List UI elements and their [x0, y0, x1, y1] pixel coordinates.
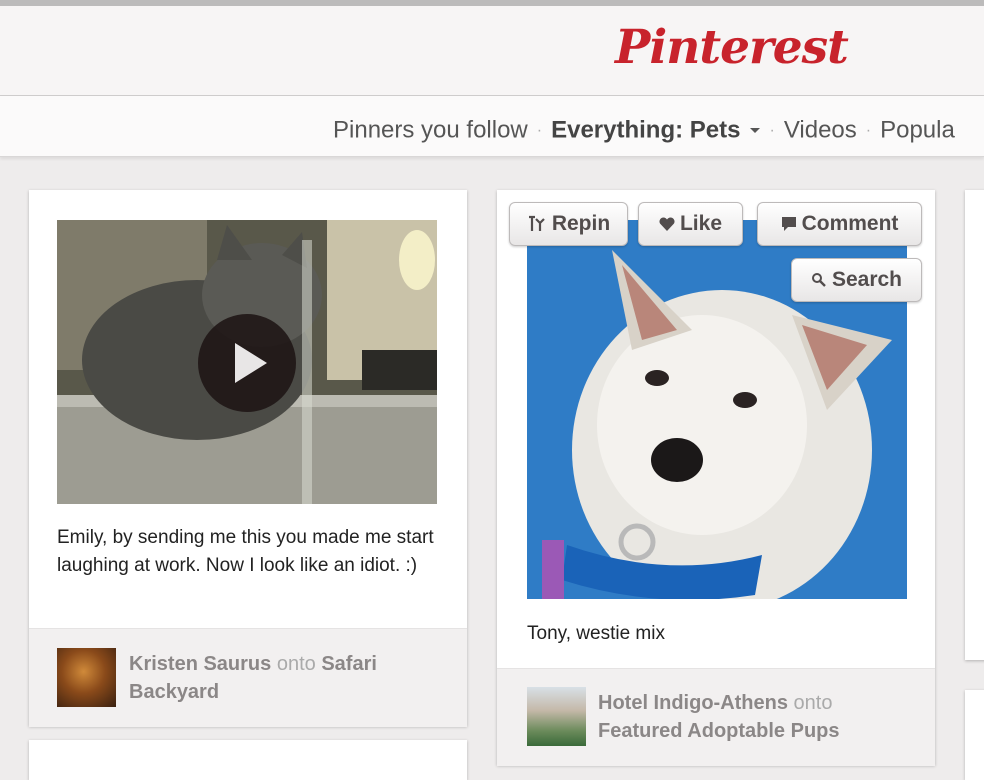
- nav-item-videos[interactable]: Videos: [784, 117, 857, 144]
- pin-card-partial: [965, 690, 984, 780]
- pin-caption: Emily, by sending me this you made me st…: [57, 527, 434, 576]
- search-icon: [811, 272, 827, 288]
- like-label: Like: [679, 212, 723, 235]
- play-button[interactable]: [198, 314, 296, 412]
- repin-button[interactable]: Repin: [509, 202, 628, 246]
- heart-icon: [659, 216, 675, 232]
- board-name-link[interactable]: Featured Adoptable Pups: [598, 720, 840, 742]
- pinterest-logo[interactable]: Pinterest: [615, 20, 849, 75]
- pin-card: Repin Like Comment Search Tony, westie m…: [497, 190, 935, 766]
- pin-attribution: Kristen Saurus onto Safari Backyard: [29, 628, 467, 727]
- nav-separator: ·: [865, 121, 872, 139]
- nav-separator: ·: [536, 121, 543, 139]
- onto-label: onto: [793, 692, 833, 714]
- onto-label: onto: [276, 653, 316, 675]
- pin-card-partial: [965, 190, 984, 660]
- nav-item-popular[interactable]: Popula: [880, 117, 955, 144]
- search-label: Search: [831, 268, 903, 291]
- pin-video-thumbnail[interactable]: [57, 220, 437, 504]
- nav-item-everything-pets[interactable]: Everything: Pets: [551, 116, 761, 144]
- pinner-name-link[interactable]: Hotel Indigo-Athens: [598, 692, 788, 714]
- pin-attribution: Hotel Indigo-Athens onto Featured Adopta…: [497, 668, 935, 766]
- comment-button[interactable]: Comment: [757, 202, 922, 246]
- pin-card-partial: [29, 740, 467, 780]
- attribution-text: Hotel Indigo-Athens onto Featured Adopta…: [598, 689, 918, 745]
- avatar[interactable]: [57, 648, 116, 707]
- search-button[interactable]: Search: [791, 258, 922, 302]
- avatar[interactable]: [527, 687, 586, 746]
- comment-icon: [781, 216, 797, 232]
- category-nav: Pinners you follow · Everything: Pets · Vide…: [333, 116, 955, 145]
- repin-icon: [527, 215, 547, 233]
- play-icon: [235, 343, 267, 383]
- nav-item-pinners-you-follow[interactable]: Pinners you follow: [333, 117, 528, 144]
- dropdown-caret-icon: [750, 128, 761, 134]
- nav-separator: ·: [769, 121, 775, 139]
- pinner-name-link[interactable]: Kristen Saurus: [129, 653, 271, 675]
- site-header: Pinterest: [0, 6, 984, 96]
- pin-card: Emily, by sending me this you made me st…: [29, 190, 467, 727]
- attribution-text: Kristen Saurus onto Safari Backyard: [129, 650, 449, 706]
- like-button[interactable]: Like: [638, 202, 743, 246]
- pin-caption: Tony, westie mix: [527, 623, 665, 644]
- repin-label: Repin: [551, 212, 611, 235]
- nav-item-label: Everything: Pets: [551, 116, 741, 144]
- comment-label: Comment: [801, 212, 899, 235]
